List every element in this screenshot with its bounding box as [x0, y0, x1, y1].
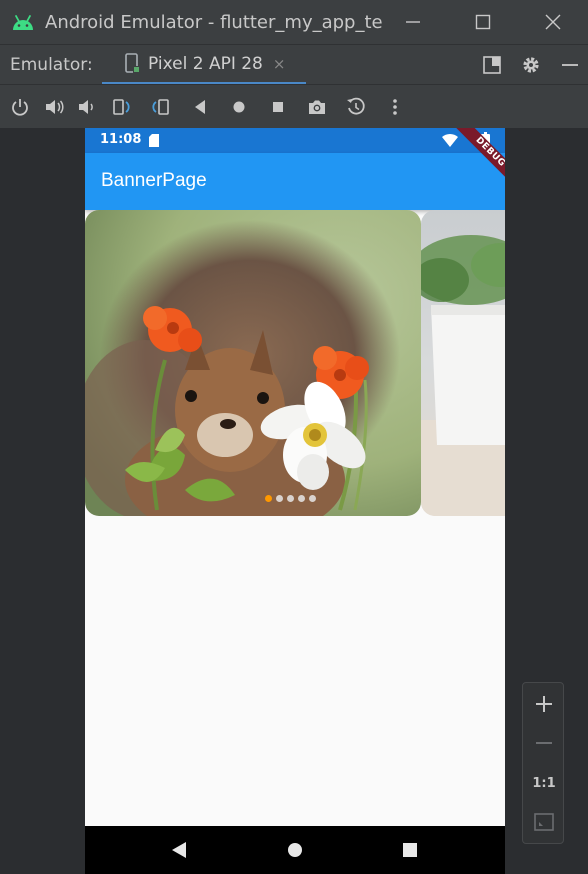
zoom-in-button[interactable]: [531, 691, 557, 717]
android-nav-bar: [85, 826, 505, 874]
actual-size-label: 1:1: [532, 775, 556, 791]
indicator-dot[interactable]: [309, 495, 316, 502]
nav-overview-button[interactable]: [400, 840, 420, 860]
maximize-button[interactable]: [448, 0, 518, 44]
zoom-controls: 1:1: [522, 682, 564, 844]
settings-button[interactable]: [519, 53, 543, 77]
tab-label: Pixel 2 API 28: [148, 53, 263, 74]
actual-size-button[interactable]: 1:1: [531, 770, 557, 796]
indicator-dot-active[interactable]: [265, 495, 272, 502]
power-icon: [12, 99, 28, 116]
minus-icon: [536, 742, 552, 744]
snapshot-button[interactable]: [344, 95, 368, 119]
banner-slide-plant[interactable]: [421, 210, 505, 516]
zoom-out-button[interactable]: [531, 730, 557, 756]
float-window-icon: [483, 56, 501, 74]
minimize-button[interactable]: [378, 0, 448, 44]
volume-down-icon: [79, 100, 93, 114]
close-icon: [545, 14, 561, 30]
nav-home-button[interactable]: [285, 840, 305, 860]
hide-panel-button[interactable]: [558, 53, 582, 77]
home-button[interactable]: [227, 95, 251, 119]
gear-icon: [523, 57, 539, 73]
page-title: BannerPage: [101, 170, 207, 191]
nav-home-icon: [288, 843, 302, 857]
camera-icon: [309, 100, 325, 114]
squirrel-image: [85, 210, 421, 516]
rotate-right-icon: [152, 99, 169, 115]
close-button[interactable]: [518, 0, 588, 44]
screenshot-button[interactable]: [305, 95, 329, 119]
overview-icon: [273, 102, 283, 112]
device-screen[interactable]: 11:08 BannerPage DEBUG: [85, 128, 505, 874]
rotate-right-button[interactable]: [148, 95, 172, 119]
sd-card-icon: [149, 134, 159, 147]
nav-back-icon: [172, 842, 186, 858]
back-button[interactable]: [188, 95, 212, 119]
window-title: Android Emulator - flutter_my_app_te: [45, 11, 383, 33]
volume-up-button[interactable]: [42, 95, 66, 119]
tab-close-icon[interactable]: ×: [273, 55, 286, 73]
banner-indicator: [265, 495, 316, 502]
nav-overview-icon: [403, 843, 417, 857]
indicator-dot[interactable]: [298, 495, 305, 502]
volume-down-button[interactable]: [75, 95, 99, 119]
indicator-dot[interactable]: [287, 495, 294, 502]
maximize-icon: [475, 14, 491, 30]
fit-screen-button[interactable]: [531, 809, 557, 835]
home-icon: [233, 101, 245, 113]
nav-back-button[interactable]: [169, 840, 189, 860]
emulator-label: Emulator:: [10, 54, 93, 75]
rotate-left-button[interactable]: [110, 95, 134, 119]
float-window-button[interactable]: [480, 53, 504, 77]
minimize-panel-icon: [562, 64, 578, 66]
tab-pixel-2-api-28[interactable]: Pixel 2 API 28 ×: [102, 45, 306, 85]
window-title-bar: Android Emulator - flutter_my_app_te: [0, 0, 588, 44]
wifi-icon: [442, 133, 458, 147]
rotate-left-icon: [113, 99, 130, 115]
plus-icon: [536, 696, 552, 712]
more-icon: [393, 99, 397, 115]
volume-up-icon: [46, 100, 64, 114]
minimize-icon: [406, 21, 420, 23]
emulator-tab-bar: Emulator: Pixel 2 API 28 ×: [0, 44, 588, 85]
status-bar: 11:08: [85, 128, 505, 153]
android-icon: [13, 15, 33, 30]
device-icon: [125, 52, 140, 73]
app-bar: BannerPage: [85, 153, 505, 210]
snapshot-icon: [347, 97, 365, 115]
indicator-dot[interactable]: [276, 495, 283, 502]
status-time: 11:08: [100, 132, 142, 147]
power-button[interactable]: [8, 95, 32, 119]
plant-image: [421, 210, 505, 516]
back-icon: [195, 100, 205, 114]
banner-slide-squirrel[interactable]: [85, 210, 421, 516]
fit-screen-icon: [534, 813, 554, 831]
overview-button[interactable]: [266, 95, 290, 119]
banner-carousel[interactable]: [85, 210, 505, 516]
emulator-toolbar: [0, 84, 588, 128]
more-button[interactable]: [383, 95, 407, 119]
